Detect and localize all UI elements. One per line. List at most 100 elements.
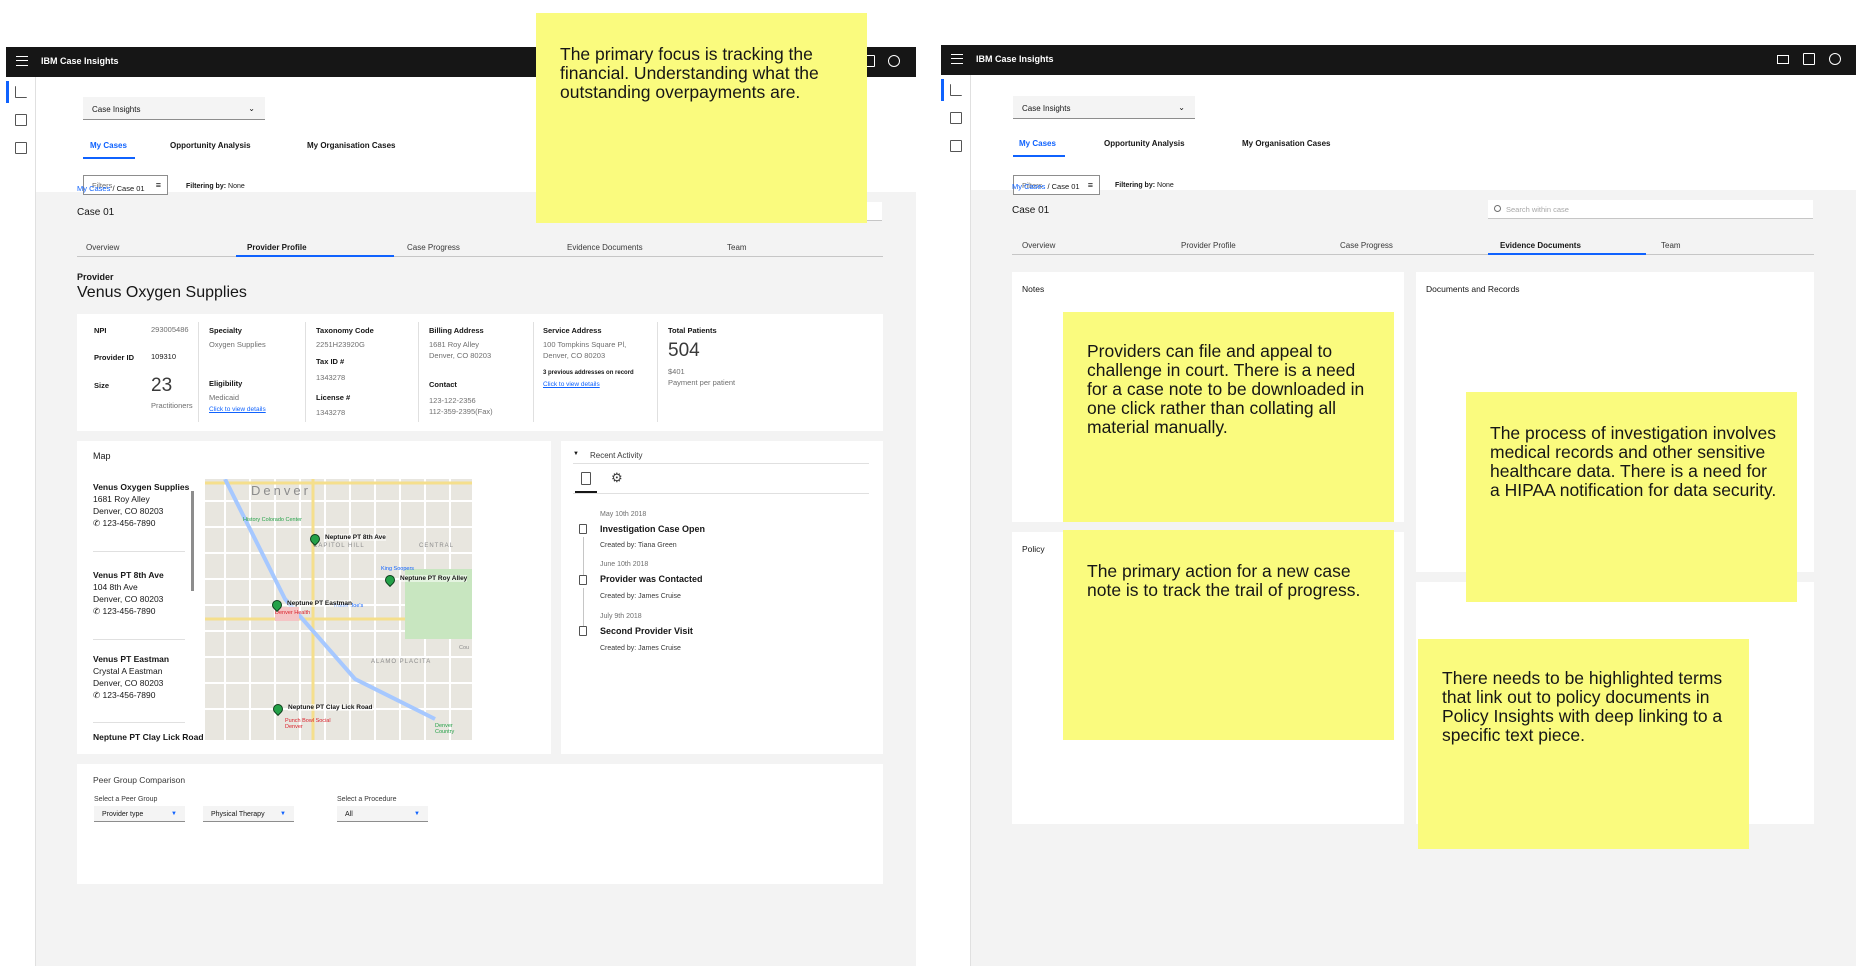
map-place-label: Denver Country xyxy=(435,723,455,735)
clipboard-tab-icon[interactable] xyxy=(581,472,591,485)
timeline-line xyxy=(583,588,584,626)
patients-value: 504 xyxy=(668,340,700,361)
contact-fax: 112-359-2395(Fax) xyxy=(429,407,493,416)
tab-opportunity-analysis[interactable]: Opportunity Analysis xyxy=(170,141,251,150)
activity-author: Created by: James Cruise xyxy=(600,593,681,600)
divider xyxy=(418,322,419,422)
service-line-1: 100 Tompkins Square Pl, xyxy=(543,340,627,349)
peer-group-card: Peer Group Comparison Select a Peer Grou… xyxy=(77,764,883,884)
header: Case Insights ⌄ My Cases Opportunity Anal… xyxy=(971,75,1856,195)
chart-icon[interactable] xyxy=(15,86,27,98)
side-rail xyxy=(6,77,36,966)
notes-label: Notes xyxy=(1022,284,1045,294)
tab-my-organisation-cases[interactable]: My Organisation Cases xyxy=(1242,139,1330,148)
subtab-overview[interactable]: Overview xyxy=(86,243,119,252)
map-pin-label: Neptune PT 8th Ave xyxy=(325,534,386,541)
tax-id-label: Tax ID # xyxy=(316,357,345,366)
tab-indicator xyxy=(1013,155,1065,157)
folder-icon[interactable] xyxy=(950,140,962,152)
subtab-evidence-documents[interactable]: Evidence Documents xyxy=(567,243,643,252)
subtab-provider-profile[interactable]: Provider Profile xyxy=(1181,241,1236,250)
provider-label: Provider xyxy=(77,272,114,282)
collapse-caret-icon[interactable]: ▼ xyxy=(573,451,579,457)
location-item[interactable]: Venus PT Eastman Crystal A Eastman Denver,… xyxy=(93,653,169,701)
map-view[interactable]: Denver CAPITOL HILL CENTRAL ALAMO PLACIT… xyxy=(205,479,472,740)
eligibility-value: Medicaid xyxy=(209,393,240,402)
timeline-line xyxy=(583,537,584,575)
gear-icon[interactable]: ⚙ xyxy=(611,470,623,486)
specialty-dropdown[interactable]: Physical Therapy ▼ xyxy=(203,806,294,822)
mail-icon[interactable] xyxy=(1777,55,1789,64)
chart-icon[interactable] xyxy=(950,84,962,96)
service-details-link[interactable]: Click to view details xyxy=(543,379,600,390)
recent-activity-title: Recent Activity xyxy=(590,451,643,460)
taxonomy-value: 2251H23920G xyxy=(316,340,365,349)
license-label: License # xyxy=(316,393,351,402)
app-select[interactable]: Case Insights ⌄ xyxy=(1013,96,1195,119)
breadcrumb: My Cases / Case 01 xyxy=(77,184,145,193)
location-item[interactable]: Neptune PT Clay Lick Road xyxy=(93,731,204,743)
side-rail xyxy=(941,75,971,966)
caret-down-icon: ▼ xyxy=(414,811,420,817)
license-value: 1343278 xyxy=(316,408,346,417)
list-scrollbar[interactable] xyxy=(191,491,194,591)
sliders-icon[interactable]: ≡ xyxy=(1088,180,1093,190)
activity-title[interactable]: Investigation Case Open xyxy=(600,524,705,534)
document-icon[interactable] xyxy=(950,112,962,124)
tab-my-organisation-cases[interactable]: My Organisation Cases xyxy=(307,141,395,150)
eligibility-label: Eligibility xyxy=(209,379,243,388)
app-select[interactable]: Case Insights ⌄ xyxy=(83,97,265,120)
breadcrumb-link[interactable]: My Cases xyxy=(77,184,110,193)
subtab-evidence-documents[interactable]: Evidence Documents xyxy=(1500,241,1581,250)
map-title: Map xyxy=(93,451,111,461)
divider xyxy=(93,639,185,640)
sticky-note: There needs to be highlighted terms that… xyxy=(1418,639,1749,849)
payment-value: $401 xyxy=(668,367,685,376)
subtab-team[interactable]: Team xyxy=(1661,241,1681,250)
subtab-provider-profile[interactable]: Provider Profile xyxy=(247,243,307,252)
map-place-label: Denver Health xyxy=(275,610,311,616)
activity-author: Created by: Tiana Green xyxy=(600,542,677,549)
folder-icon[interactable] xyxy=(15,142,27,154)
subtab-rule xyxy=(1012,254,1814,255)
location-item[interactable]: Venus Oxygen Supplies 1681 Roy Alley Denve… xyxy=(93,481,189,529)
breadcrumb-link[interactable]: My Cases xyxy=(1012,182,1045,191)
billing-line-1: 1681 Roy Alley xyxy=(429,340,480,349)
notebook-icon[interactable] xyxy=(1803,53,1815,65)
payment-label: Payment per patient xyxy=(668,378,736,387)
menu-icon[interactable] xyxy=(16,56,28,66)
map-city-label: Denver xyxy=(251,483,311,498)
location-item[interactable]: Venus PT 8th Ave 104 8th Ave Denver, CO 80… xyxy=(93,569,164,617)
document-icon[interactable] xyxy=(15,114,27,126)
tab-my-cases[interactable]: My Cases xyxy=(90,141,127,150)
search-input[interactable]: Search within case xyxy=(1488,200,1813,219)
subtab-case-progress[interactable]: Case Progress xyxy=(1340,241,1393,250)
size-value: 23 xyxy=(151,375,173,396)
activity-title[interactable]: Second Provider Visit xyxy=(600,626,693,636)
user-icon[interactable] xyxy=(1829,53,1841,65)
map-place-label: Punch Bowl Social Denver xyxy=(285,718,331,730)
sliders-icon[interactable]: ≡ xyxy=(156,180,161,190)
filtering-by: Filtering by: None xyxy=(186,183,245,190)
procedure-dropdown[interactable]: All ▼ xyxy=(337,806,428,822)
provider-details-card: NPI 293005486 Provider ID 109310 Size 23… xyxy=(77,314,883,431)
user-icon[interactable] xyxy=(888,55,900,67)
taxonomy-label: Taxonomy Code xyxy=(316,326,374,335)
tab-opportunity-analysis[interactable]: Opportunity Analysis xyxy=(1104,139,1185,148)
subtab-overview[interactable]: Overview xyxy=(1022,241,1055,250)
provider-type-dropdown[interactable]: Provider type ▼ xyxy=(94,806,185,822)
activity-date: May 10th 2018 xyxy=(600,511,647,518)
menu-icon[interactable] xyxy=(951,54,963,64)
service-label: Service Address xyxy=(543,326,602,335)
divider xyxy=(93,551,185,552)
eligibility-details-link[interactable]: Click to view details xyxy=(209,404,266,415)
subtab-team[interactable]: Team xyxy=(727,243,747,252)
clipboard-icon xyxy=(579,575,587,585)
activity-title[interactable]: Provider was Contacted xyxy=(600,574,703,584)
subtab-case-progress[interactable]: Case Progress xyxy=(407,243,460,252)
divider xyxy=(93,722,185,723)
map-pin-label: Neptune PT Clay Lick Road xyxy=(288,704,373,711)
map-pin-label: Neptune PT Eastman xyxy=(287,600,353,607)
tab-my-cases[interactable]: My Cases xyxy=(1019,139,1056,148)
activity-date: June 10th 2018 xyxy=(600,561,649,568)
